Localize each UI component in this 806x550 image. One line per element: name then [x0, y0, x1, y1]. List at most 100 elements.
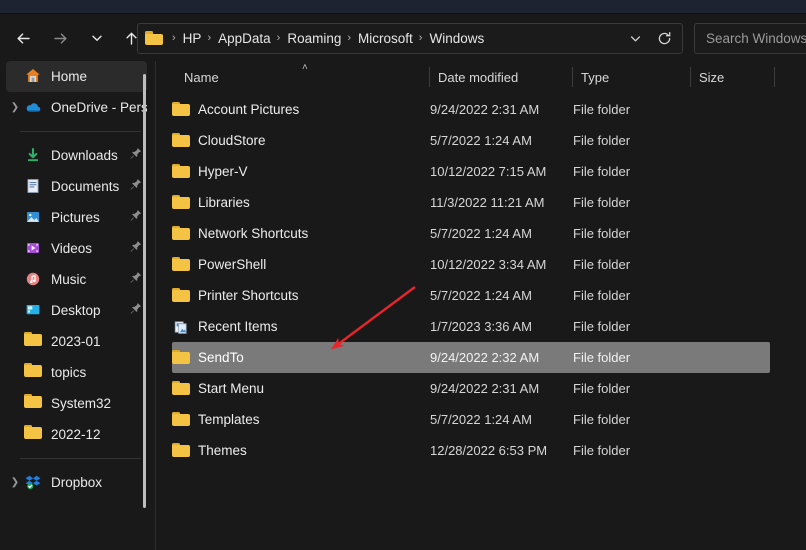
column-header-name[interactable]: Name [184, 61, 219, 93]
cell-date-modified: 9/24/2022 2:31 AM [430, 381, 573, 396]
breadcrumb-item-roaming[interactable]: Roaming [284, 29, 344, 48]
recent-locations-chevron-down-icon[interactable] [82, 24, 112, 52]
sidebar-item-desktop[interactable]: Desktop [6, 295, 147, 326]
forward-button[interactable] [45, 24, 75, 52]
sidebar-item-label: Home [51, 69, 147, 84]
search-input[interactable]: Search Windows [694, 23, 806, 54]
sidebar-item-label: Documents [51, 179, 129, 194]
file-name: Recent Items [198, 319, 278, 334]
file-name: Network Shortcuts [198, 226, 308, 241]
sidebar-item-2022-12[interactable]: 2022-12 [6, 419, 147, 450]
cell-type: File folder [573, 102, 691, 117]
folder-icon [172, 257, 190, 273]
cell-date-modified: 5/7/2022 1:24 AM [430, 226, 573, 241]
column-header-date-modified[interactable]: Date modified [438, 61, 518, 93]
expander-placeholder [6, 140, 24, 171]
table-row[interactable]: CloudStore5/7/2022 1:24 AMFile folder [172, 125, 770, 156]
breadcrumb-item-appdata[interactable]: AppData [215, 29, 274, 48]
sidebar-item-label: Dropbox [51, 475, 147, 490]
cell-date-modified: 11/3/2022 11:21 AM [430, 195, 573, 210]
table-row[interactable]: Themes12/28/2022 6:53 PMFile folder [172, 435, 770, 466]
table-row[interactable]: Printer Shortcuts5/7/2022 1:24 AMFile fo… [172, 280, 770, 311]
breadcrumb-separator: › [207, 33, 211, 44]
table-row[interactable]: Recent Items1/7/2023 3:36 AMFile folder [172, 311, 770, 342]
column-divider[interactable] [429, 67, 430, 87]
sidebar-item-topics[interactable]: topics [6, 357, 147, 388]
column-divider[interactable] [774, 67, 775, 87]
sidebar-item-downloads[interactable]: Downloads [6, 140, 147, 171]
breadcrumb-separator: › [419, 33, 423, 44]
file-list-pane: Name ˄ Date modified Type Size Account P… [156, 61, 806, 550]
table-row[interactable]: Hyper-V10/12/2022 7:15 AMFile folder [172, 156, 770, 187]
sort-ascending-caret-icon: ˄ [302, 63, 308, 73]
sidebar-item-label: System32 [51, 396, 147, 411]
folder-icon [172, 164, 190, 180]
column-header-size[interactable]: Size [699, 61, 724, 93]
table-row[interactable]: Templates5/7/2022 1:24 AMFile folder [172, 404, 770, 435]
breadcrumb-item-windows[interactable]: Windows [426, 29, 487, 48]
folder-icon [172, 288, 190, 304]
folder-icon [172, 412, 190, 428]
table-row[interactable]: PowerShell10/12/2022 3:34 AMFile folder [172, 249, 770, 280]
table-row[interactable]: Libraries11/3/2022 11:21 AMFile folder [172, 187, 770, 218]
cell-type: File folder [573, 164, 691, 179]
column-header-type[interactable]: Type [581, 61, 609, 93]
folder-icon [172, 195, 190, 211]
sidebar-item-2023-01[interactable]: 2023-01 [6, 326, 147, 357]
file-name: SendTo [198, 350, 244, 365]
expander-placeholder [6, 357, 24, 388]
breadcrumb-item-microsoft[interactable]: Microsoft [355, 29, 416, 48]
sidebar-item-dropbox[interactable]: ❯ Dropbox [6, 467, 147, 498]
address-chevron-down-icon[interactable] [622, 26, 648, 52]
sidebar-item-home[interactable]: Home [6, 61, 147, 92]
cell-date-modified: 12/28/2022 6:53 PM [430, 443, 573, 458]
cell-date-modified: 9/24/2022 2:31 AM [430, 102, 573, 117]
sidebar-item-videos[interactable]: Videos [6, 233, 147, 264]
folder-icon [24, 332, 44, 352]
back-button[interactable] [8, 24, 38, 52]
column-divider[interactable] [690, 67, 691, 87]
sidebar-item-documents[interactable]: Documents [6, 171, 147, 202]
folder-icon [172, 226, 190, 242]
cell-type: File folder [573, 288, 691, 303]
expander-placeholder [6, 233, 24, 264]
sidebar-item-label: Videos [51, 241, 129, 256]
sidebar-scrollbar[interactable] [143, 74, 146, 508]
sidebar-item-pictures[interactable]: Pictures [6, 202, 147, 233]
sidebar-item-system32[interactable]: System32 [6, 388, 147, 419]
downloads-icon [24, 146, 44, 166]
documents-icon [24, 177, 44, 197]
address-bar[interactable]: › HP › AppData › Roaming › Microsoft › W… [137, 23, 683, 54]
table-row[interactable]: Account Pictures9/24/2022 2:31 AMFile fo… [172, 94, 770, 125]
expand-chevron-right-icon[interactable]: ❯ [6, 467, 24, 498]
breadcrumb-item-hp[interactable]: HP [180, 29, 205, 48]
sidebar-item-music[interactable]: Music [6, 264, 147, 295]
folder-icon [172, 102, 190, 118]
cell-name: SendTo [172, 350, 430, 366]
expand-chevron-right-icon[interactable]: ❯ [6, 92, 24, 123]
table-row[interactable]: Start Menu9/24/2022 2:31 AMFile folder [172, 373, 770, 404]
cell-type: File folder [573, 257, 691, 272]
expander-placeholder [6, 202, 24, 233]
cell-date-modified: 5/7/2022 1:24 AM [430, 133, 573, 148]
folder-icon [172, 133, 190, 149]
cell-name: Account Pictures [172, 102, 430, 118]
sidebar-item-onedrive-persc[interactable]: ❯OneDrive - Persc [6, 92, 147, 123]
breadcrumb: › HP › AppData › Roaming › Microsoft › W… [169, 29, 622, 48]
file-name: Hyper-V [198, 164, 248, 179]
home-icon [24, 67, 44, 87]
cell-date-modified: 5/7/2022 1:24 AM [430, 412, 573, 427]
cell-name: Hyper-V [172, 164, 430, 180]
expander-placeholder [6, 388, 24, 419]
column-divider[interactable] [572, 67, 573, 87]
file-name: Start Menu [198, 381, 264, 396]
recent-items-icon [172, 319, 190, 335]
refresh-icon[interactable] [650, 26, 678, 52]
sidebar-item-label: Pictures [51, 210, 129, 225]
file-name: Templates [198, 412, 260, 427]
table-row[interactable]: SendTo9/24/2022 2:32 AMFile folder [172, 342, 770, 373]
table-row[interactable]: Network Shortcuts5/7/2022 1:24 AMFile fo… [172, 218, 770, 249]
onedrive-icon [24, 98, 44, 118]
folder-icon [24, 394, 44, 414]
pictures-icon [24, 208, 44, 228]
